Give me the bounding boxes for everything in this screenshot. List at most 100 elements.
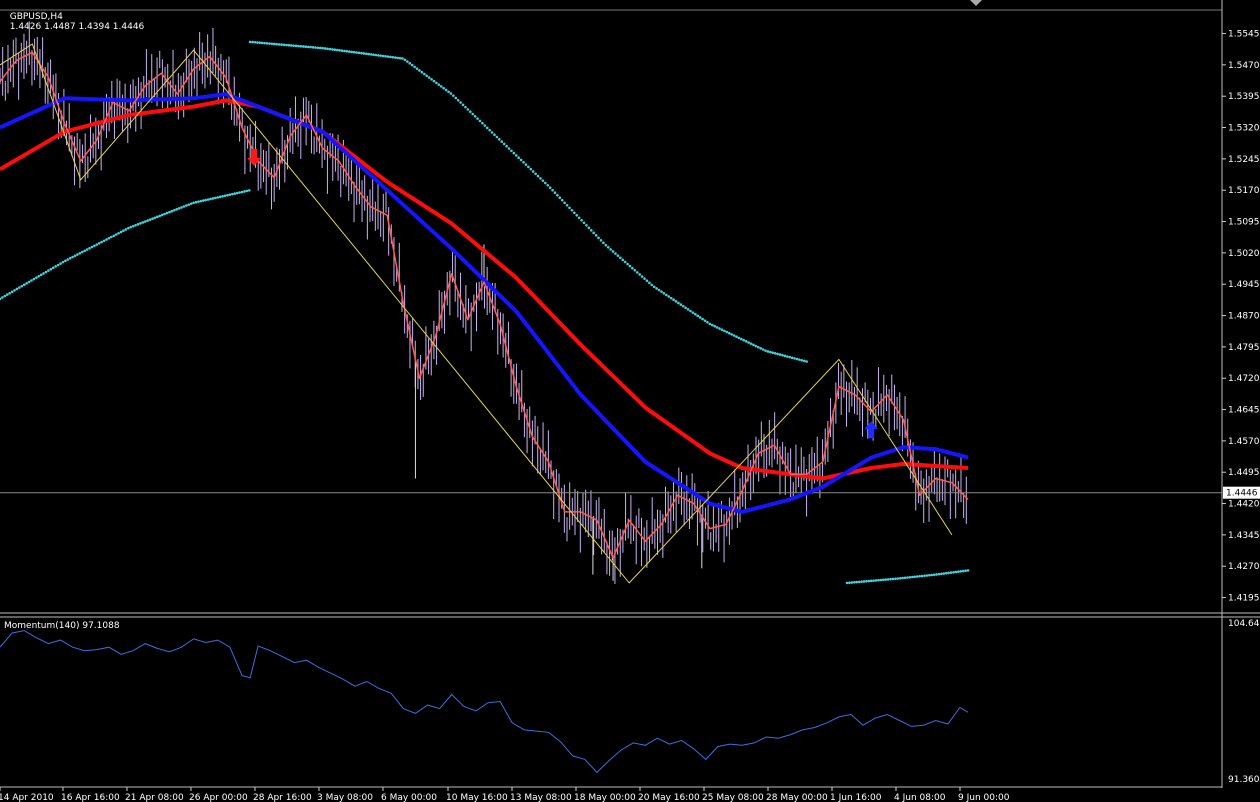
x-tick-label: 28 Apr 16:00 bbox=[253, 793, 312, 802]
x-tick-label: 21 Apr 08:00 bbox=[125, 793, 184, 802]
envelope-upper-dot bbox=[727, 331, 731, 335]
envelope-lower-dot bbox=[872, 579, 875, 582]
envelope-upper-dot bbox=[628, 264, 632, 268]
envelope-lower-dot bbox=[857, 580, 861, 584]
envelope-upper-dot bbox=[749, 342, 753, 345]
envelope-lower-dot bbox=[923, 574, 926, 578]
envelope-lower-dot bbox=[80, 250, 84, 254]
envelope-upper-dot bbox=[456, 98, 460, 102]
envelope-lower-dot bbox=[913, 575, 917, 579]
envelope-upper-dot bbox=[577, 216, 581, 220]
envelope-upper-dot bbox=[493, 133, 496, 137]
envelope-upper-dot bbox=[773, 352, 777, 355]
envelope-upper-dot bbox=[357, 51, 361, 55]
envelope-lower-dot bbox=[148, 218, 152, 221]
envelope-lower-dot bbox=[93, 244, 96, 248]
envelope-lower-dot bbox=[848, 581, 851, 585]
envelope-lower-dot bbox=[47, 269, 50, 272]
envelope-lower-dot bbox=[10, 290, 14, 294]
envelope-upper-dot bbox=[258, 41, 262, 45]
envelope-upper-dot bbox=[459, 101, 462, 104]
envelope-upper-dot bbox=[285, 43, 288, 47]
envelope-upper-dot bbox=[311, 46, 315, 49]
x-tick-label: 3 May 08:00 bbox=[317, 793, 373, 802]
envelope-upper-dot bbox=[372, 53, 375, 57]
envelope-lower-dot bbox=[78, 251, 82, 255]
envelope-lower-dot bbox=[908, 575, 912, 579]
envelope-lower-dot bbox=[1, 296, 4, 299]
envelope-upper-dot bbox=[623, 260, 627, 264]
y-tick-label: 1.4195 bbox=[1228, 594, 1260, 604]
envelope-upper-dot bbox=[544, 181, 547, 185]
envelope-upper-dot bbox=[524, 163, 528, 166]
envelope-upper-dot bbox=[454, 96, 458, 100]
envelope-lower-dot bbox=[172, 208, 176, 212]
envelope-upper-dot bbox=[805, 360, 808, 363]
price-chart[interactable]: 1.5545 1.5470 1.5395 1.5320 1.5245 1.5170 1.50… bbox=[0, 0, 1260, 802]
x-tick-label: 20 May 16:00 bbox=[638, 793, 700, 802]
envelope-upper-dot bbox=[604, 243, 608, 247]
envelope-upper-dot bbox=[638, 273, 641, 276]
envelope-lower-dot bbox=[119, 230, 123, 234]
envelope-lower-dot bbox=[3, 294, 7, 298]
envelope-upper-dot bbox=[674, 300, 678, 303]
envelope-lower-dot bbox=[49, 267, 53, 271]
envelope-upper-dot bbox=[802, 359, 806, 363]
envelope-upper-dot bbox=[514, 154, 518, 157]
envelope-upper-dot bbox=[660, 290, 663, 293]
envelope-lower-dot bbox=[877, 578, 880, 582]
envelope-upper-dot bbox=[575, 213, 579, 217]
envelope-lower-dot bbox=[901, 576, 904, 580]
envelope-lower-dot bbox=[189, 202, 193, 205]
envelope-upper-dot bbox=[306, 45, 310, 49]
momentum-y-tick-label: 91.3609 bbox=[1228, 775, 1260, 785]
envelope-lower-dot bbox=[20, 284, 24, 288]
envelope-lower-dot bbox=[124, 228, 128, 231]
envelope-upper-dot bbox=[536, 174, 540, 178]
envelope-lower-dot bbox=[959, 570, 963, 573]
envelope-lower-dot bbox=[204, 198, 207, 202]
envelope-upper-dot bbox=[694, 312, 697, 316]
envelope-upper-dot bbox=[519, 158, 523, 162]
envelope-lower-dot bbox=[25, 282, 28, 285]
envelope-upper-dot bbox=[350, 50, 354, 54]
envelope-lower-dot bbox=[206, 198, 210, 201]
envelope-lower-dot bbox=[964, 569, 967, 573]
envelope-upper-dot bbox=[360, 51, 363, 55]
envelope-lower-dot bbox=[243, 190, 246, 193]
envelope-upper-dot bbox=[723, 329, 726, 333]
envelope-upper-dot bbox=[321, 46, 324, 50]
envelope-upper-dot bbox=[652, 285, 656, 289]
envelope-lower-dot bbox=[199, 199, 203, 203]
envelope-lower-dot bbox=[163, 212, 166, 216]
envelope-lower-dot bbox=[37, 274, 41, 278]
y-tick-label: 1.5545 bbox=[1228, 30, 1260, 40]
envelope-upper-dot bbox=[715, 326, 719, 329]
envelope-lower-dot bbox=[915, 575, 919, 578]
envelope-lower-dot bbox=[136, 223, 140, 226]
envelope-upper-dot bbox=[778, 353, 782, 356]
envelope-upper-dot bbox=[752, 343, 755, 347]
x-tick-label: 10 May 16:00 bbox=[446, 793, 508, 802]
envelope-upper-dot bbox=[781, 353, 784, 357]
envelope-lower-dot bbox=[18, 286, 21, 289]
envelope-upper-dot bbox=[795, 357, 799, 361]
envelope-lower-dot bbox=[85, 248, 89, 251]
envelope-lower-dot bbox=[214, 196, 217, 200]
envelope-lower-dot bbox=[874, 579, 878, 582]
envelope-upper-dot bbox=[251, 40, 254, 44]
envelope-upper-dot bbox=[793, 357, 796, 360]
envelope-upper-dot bbox=[377, 54, 380, 57]
envelope-upper-dot bbox=[287, 43, 291, 47]
envelope-lower-dot bbox=[218, 195, 222, 199]
envelope-upper-dot bbox=[546, 183, 550, 187]
envelope-upper-dot bbox=[703, 319, 707, 322]
envelope-upper-dot bbox=[580, 218, 583, 222]
envelope-upper-dot bbox=[534, 172, 537, 176]
envelope-upper-dot bbox=[442, 86, 445, 90]
envelope-lower-dot bbox=[76, 253, 79, 256]
envelope-lower-dot bbox=[898, 576, 902, 580]
envelope-lower-dot bbox=[850, 581, 854, 584]
envelope-upper-dot bbox=[512, 151, 516, 155]
envelope-upper-dot bbox=[260, 41, 264, 45]
